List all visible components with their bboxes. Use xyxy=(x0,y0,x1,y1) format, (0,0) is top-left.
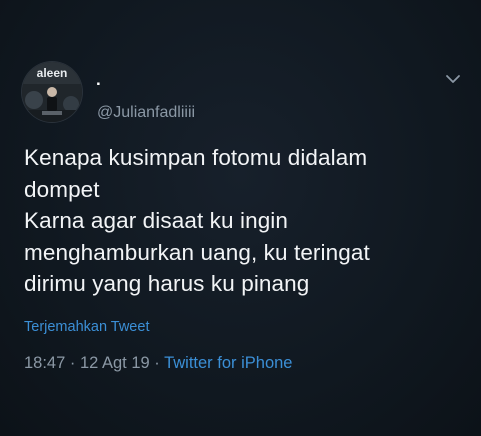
tweet-text: Kenapa kusimpan fotomu didalam dompet Ka… xyxy=(24,145,370,296)
avatar-image: aleen xyxy=(22,62,82,122)
meta-separator: · xyxy=(65,354,80,372)
user-handle[interactable]: @Julianfadliiii xyxy=(97,103,195,123)
tweet-metadata: 18:47 · 12 Agt 19 · Twitter for iPhone xyxy=(24,352,292,374)
chevron-down-icon[interactable] xyxy=(444,70,462,88)
tweet-date[interactable]: 12 Agt 19 xyxy=(80,354,150,372)
avatar-logo-text: aleen xyxy=(37,66,68,80)
translate-tweet-link[interactable]: Terjemahkan Tweet xyxy=(24,318,149,336)
tweet-card: aleen . @Julianfadliiii Kenapa kusimpan … xyxy=(0,0,481,436)
avatar[interactable]: aleen xyxy=(22,62,82,122)
display-name[interactable]: . xyxy=(96,70,101,90)
tweet-source-link[interactable]: Twitter for iPhone xyxy=(164,354,292,372)
meta-separator: · xyxy=(149,354,165,372)
tweet-time[interactable]: 18:47 xyxy=(24,354,65,372)
